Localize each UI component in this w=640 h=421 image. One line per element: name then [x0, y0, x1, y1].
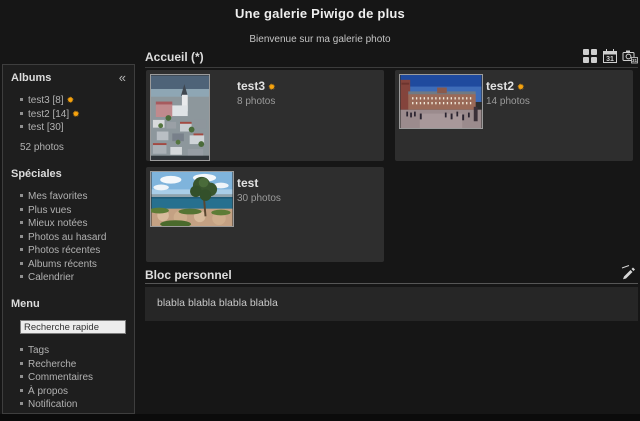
bullet-icon [20, 362, 23, 365]
sidebar-item-commentaires[interactable]: Commentaires [20, 372, 126, 383]
sidebar: Albums « test3 [8]✹ test2 [14]✹ test [30… [2, 64, 135, 414]
personal-block-body: blabla blabla blabla blabla [145, 287, 638, 321]
bullet-icon [20, 375, 23, 378]
bullet-icon [20, 112, 23, 115]
speciales-section-title: Spéciales [11, 168, 126, 180]
album-thumbnail-test3[interactable] [149, 73, 237, 158]
new-badge-icon: ✹ [67, 95, 75, 105]
menu-section-title: Menu [11, 298, 126, 310]
bullet-icon [20, 348, 23, 351]
albums-section-header: Albums « [11, 72, 126, 84]
menu-nav-list: Tags Recherche Commentaires À propos Not… [20, 345, 126, 410]
album-thumbnail-test2[interactable] [398, 73, 486, 158]
grid-view-icon[interactable] [582, 48, 598, 64]
page-bottom-strip [0, 414, 640, 421]
albums-section-title: Albums [11, 72, 51, 84]
bullet-icon [20, 262, 23, 265]
album-title-link[interactable]: test3 [237, 79, 265, 93]
album-card-test2[interactable]: test2✹ 14 photos [395, 70, 633, 161]
album-photo-count: 8 photos [237, 96, 276, 107]
collapse-sidebar-icon[interactable]: « [119, 73, 126, 83]
svg-text:31: 31 [606, 56, 614, 63]
new-badge-icon: ✹ [268, 82, 276, 92]
new-badge-icon: ✹ [517, 82, 525, 92]
sidebar-item-plus-vues[interactable]: Plus vues [20, 205, 126, 216]
personal-block-content: blabla blabla blabla blabla [157, 297, 278, 309]
sidebar-item-calendrier[interactable]: Calendrier [20, 272, 126, 283]
album-meta: test3✹ 8 photos [237, 73, 276, 158]
page-title: Une galerie Piwigo de plus [0, 0, 640, 21]
sidebar-item-test3[interactable]: test3 [8]✹ [20, 95, 126, 106]
toolbar: 31 31 [582, 48, 638, 64]
bullet-icon [20, 275, 23, 278]
bullet-icon [20, 221, 23, 224]
album-thumbnail-test[interactable] [149, 170, 237, 259]
sidebar-item-test[interactable]: test [30] [20, 122, 126, 133]
sidebar-item-test2[interactable]: test2 [14]✹ [20, 109, 126, 120]
calendar-created-icon[interactable]: 31 [602, 48, 618, 64]
album-meta: test 30 photos [237, 170, 281, 259]
bullet-icon [20, 194, 23, 197]
breadcrumb-bar: Accueil (*) 31 31 [145, 48, 638, 68]
bullet-icon [20, 125, 23, 128]
sidebar-item-albums-recents[interactable]: Albums récents [20, 259, 126, 270]
bullet-icon [20, 235, 23, 238]
bullet-icon [20, 389, 23, 392]
album-title-link[interactable]: test2 [486, 79, 514, 93]
page-subtitle: Bienvenue sur ma galerie photo [0, 34, 640, 45]
bullet-icon [20, 98, 23, 101]
bullet-icon [20, 208, 23, 211]
quick-search-input[interactable] [20, 320, 126, 334]
album-card-test[interactable]: test 30 photos [146, 167, 384, 262]
sidebar-item-notification[interactable]: Notification [20, 399, 126, 410]
album-photo-count: 30 photos [237, 193, 281, 204]
sidebar-item-photos-au-hasard[interactable]: Photos au hasard [20, 232, 126, 243]
bullet-icon [20, 248, 23, 251]
sidebar-item-mes-favorites[interactable]: Mes favorites [20, 191, 126, 202]
album-meta: test2✹ 14 photos [486, 73, 530, 158]
breadcrumb[interactable]: Accueil (*) [145, 50, 204, 64]
album-title-link[interactable]: test [237, 176, 258, 190]
new-badge-icon: ✹ [72, 109, 80, 119]
personal-block-title: Bloc personnel [145, 268, 232, 282]
sidebar-item-mieux-notees[interactable]: Mieux notées [20, 218, 126, 229]
page-header: Une galerie Piwigo de plus Bienvenue sur… [0, 0, 640, 45]
sidebar-item-recherche[interactable]: Recherche [20, 359, 126, 370]
albums-nav-list: test3 [8]✹ test2 [14]✹ test [30] [20, 95, 126, 133]
calendar-posted-icon[interactable]: 31 [622, 48, 638, 64]
sidebar-item-a-propos[interactable]: À propos [20, 386, 126, 397]
album-photo-count: 14 photos [486, 96, 530, 107]
svg-text:31: 31 [632, 58, 638, 63]
total-photos-label: 52 photos [20, 142, 126, 153]
speciales-nav-list: Mes favorites Plus vues Mieux notées Pho… [20, 191, 126, 283]
bullet-icon [20, 402, 23, 405]
personal-block-header: Bloc personnel [145, 266, 638, 284]
album-card-test3[interactable]: test3✹ 8 photos [146, 70, 384, 161]
edit-personal-block-icon[interactable] [620, 264, 636, 285]
sidebar-item-photos-recentes[interactable]: Photos récentes [20, 245, 126, 256]
album-grid: test3✹ 8 photos [145, 70, 638, 262]
sidebar-item-tags[interactable]: Tags [20, 345, 126, 356]
